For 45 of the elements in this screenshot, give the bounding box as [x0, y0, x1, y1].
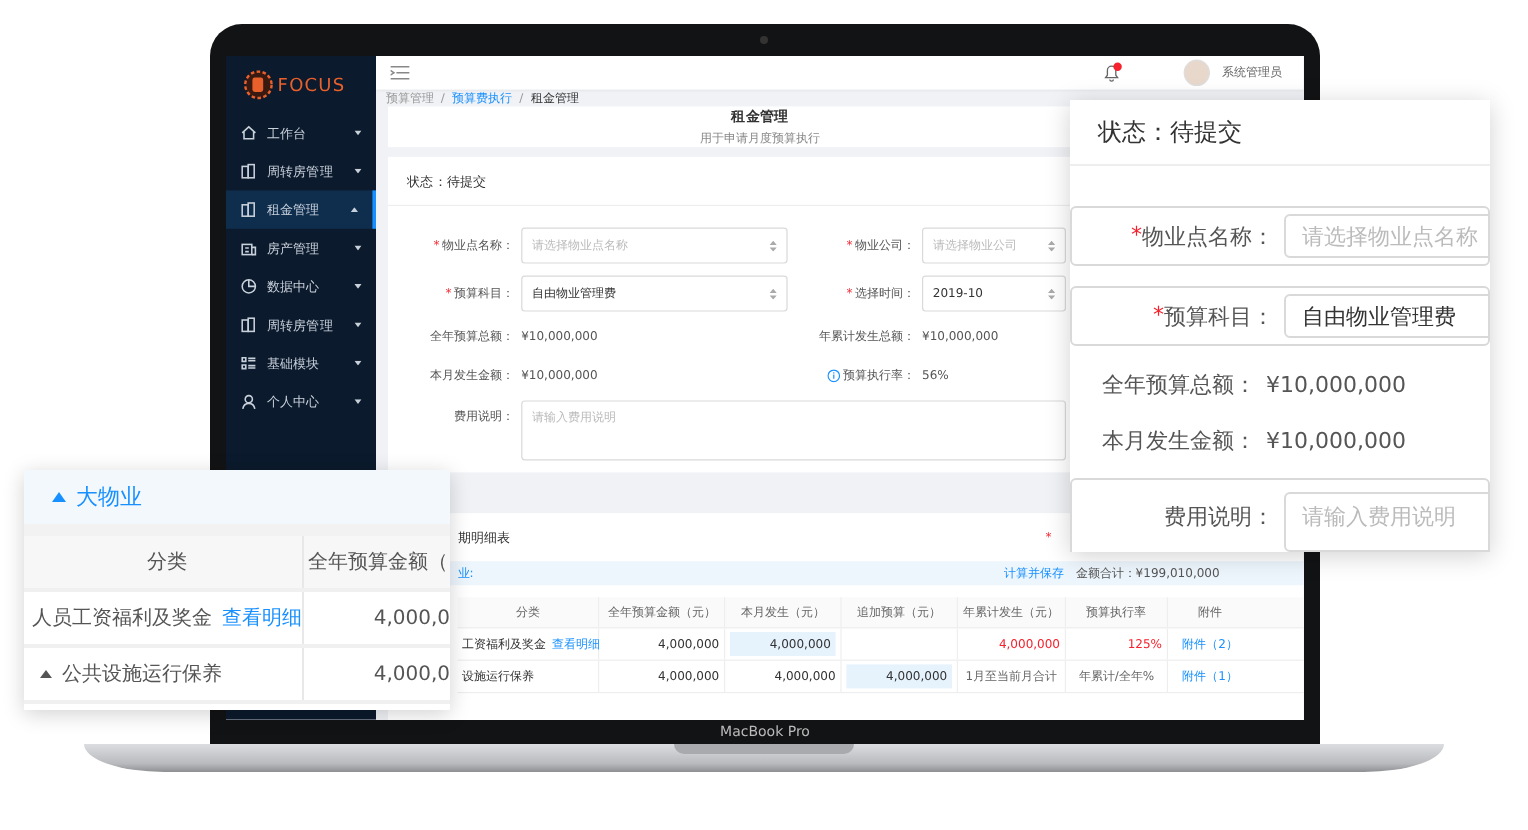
table-cell: 4,000,0: [373, 607, 450, 629]
column-header: 分类: [24, 536, 304, 588]
caret-icon: [52, 491, 66, 503]
select-field[interactable]: 自由物业管理费: [1284, 294, 1490, 338]
building-icon: [240, 162, 258, 180]
field-label: 预算科目：: [1164, 301, 1274, 331]
field-value: ¥10,000,000: [1266, 427, 1406, 453]
house-icon: [240, 239, 258, 257]
caret-icon: [354, 399, 362, 404]
sort-caret-icon: [769, 240, 777, 251]
building-icon: [240, 201, 258, 218]
bell-icon[interactable]: [1102, 62, 1124, 84]
column-header: 全年预算金额（: [306, 549, 450, 578]
logo-icon: [242, 69, 274, 101]
caret-icon: [354, 284, 362, 289]
caret-icon: [354, 360, 362, 366]
building-icon: [240, 316, 258, 334]
home-icon: [240, 124, 258, 142]
field-label: 本月发生金额：: [1102, 425, 1256, 455]
caret-icon: [354, 245, 362, 251]
caret-icon[interactable]: [40, 668, 52, 680]
table-cell-text: 人员工资福利及奖金: [32, 605, 212, 632]
table-cell: 4,000,0: [373, 663, 450, 685]
field-label: 物业点名称：: [1142, 221, 1274, 251]
required-mark: *: [1153, 301, 1164, 331]
logo-text: FOCUS: [277, 74, 346, 96]
camera-icon: [760, 36, 768, 44]
table-cell-text: 公共设施运行保养: [62, 661, 222, 688]
field-label: 费用说明：: [1164, 502, 1274, 532]
user-icon: [240, 393, 258, 410]
pie-chart-icon: [240, 278, 258, 295]
caret-icon: [354, 130, 362, 136]
status-text: 状态：待提交: [1098, 115, 1242, 149]
caret-icon: [350, 207, 358, 212]
sort-caret-icon: [1048, 288, 1056, 299]
required-mark: *: [1131, 221, 1142, 251]
menu-icon[interactable]: [390, 65, 410, 80]
sort-caret-icon: [769, 288, 777, 299]
caret-icon: [354, 322, 362, 328]
list-icon: [240, 354, 258, 372]
detail-link[interactable]: 查看明细: [222, 604, 302, 632]
caret-icon: [354, 168, 362, 174]
sort-caret-icon: [1048, 240, 1056, 251]
field-label: 全年预算总额：: [1102, 369, 1256, 399]
field-value: ¥10,000,000: [1266, 371, 1406, 397]
